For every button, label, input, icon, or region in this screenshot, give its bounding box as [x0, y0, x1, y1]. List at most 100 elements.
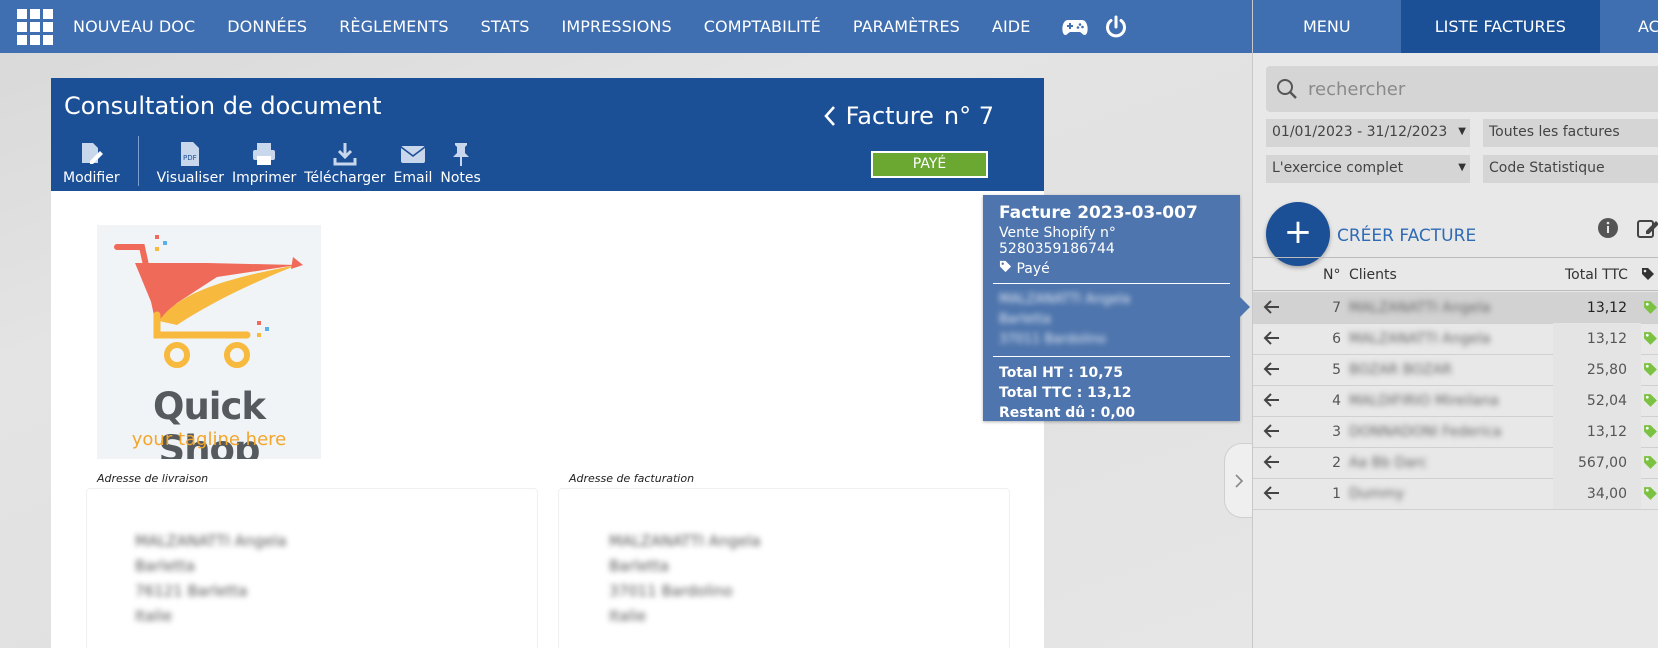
- download-icon: [333, 143, 357, 166]
- email-button[interactable]: Email: [393, 141, 433, 186]
- power-icon[interactable]: [1104, 15, 1128, 39]
- nav-nouveau-doc[interactable]: NOUVEAU DOC: [73, 17, 195, 36]
- invoice-type-select[interactable]: Toutes les factures: [1483, 119, 1658, 147]
- invoice-number: n° 7: [943, 102, 994, 130]
- paid-tag-icon: [1643, 300, 1658, 319]
- nav-stats[interactable]: STATS: [481, 17, 530, 36]
- billing-address-label: Adresse de facturation: [569, 472, 695, 485]
- arrow-left-icon[interactable]: [1263, 329, 1281, 351]
- tab-menu[interactable]: MENU: [1253, 0, 1401, 53]
- imprimer-button[interactable]: Imprimer: [232, 141, 296, 186]
- create-invoice-label[interactable]: CRÉER FACTURE: [1337, 226, 1476, 246]
- paid-tag-icon: [1643, 455, 1658, 474]
- logo-tagline: your tagline here: [131, 429, 287, 450]
- table-row[interactable]: 3 DONNADONI Federica 13,12: [1253, 416, 1658, 448]
- notes-label: Notes: [440, 170, 481, 186]
- email-label: Email: [393, 170, 433, 186]
- shipping-street: Barletta: [135, 557, 195, 575]
- nav-parametres[interactable]: PARAMÈTRES: [853, 17, 960, 36]
- tab-ac[interactable]: AC: [1600, 0, 1658, 53]
- top-navigation-bar: NOUVEAU DOC DONNÉES RÈGLEMENTS STATS IMP…: [0, 0, 1252, 53]
- chevron-left-icon[interactable]: [823, 105, 836, 127]
- search-input[interactable]: rechercher: [1266, 66, 1658, 112]
- billing-country: Italie: [609, 607, 647, 625]
- billing-address-box: MALZANATTI Angela Barletta 37011 Bardoli…: [558, 488, 1010, 648]
- billing-address-text: MALZANATTI Angela Barletta 37011 Bardoli…: [609, 529, 761, 629]
- edit-icon[interactable]: [1636, 217, 1658, 243]
- arrow-left-icon[interactable]: [1263, 391, 1281, 413]
- telecharger-button[interactable]: Télécharger: [304, 141, 386, 186]
- billing-name: MALZANATTI Angela: [609, 532, 761, 550]
- table-row[interactable]: 1 Dummy 34,00: [1253, 478, 1658, 510]
- edit-document-icon: [82, 143, 104, 164]
- row-total: 34,00: [1553, 478, 1641, 509]
- info-icon[interactable]: [1597, 217, 1619, 243]
- row-total: 13,12: [1553, 292, 1641, 323]
- document-card: Consultation de document Facture n° 7 Mo…: [51, 78, 1044, 648]
- invoice-table-header: N° Clients Total TTC: [1253, 257, 1658, 291]
- tooltip-total-ttc: Total TTC : 13,12: [999, 385, 1132, 401]
- visualiser-button[interactable]: PDF Visualiser: [157, 141, 224, 186]
- tooltip-address-city: 37011 Bardolino: [999, 332, 1107, 347]
- invoice-reference[interactable]: Facture n° 7: [823, 102, 994, 130]
- row-number: 5: [1332, 362, 1341, 378]
- nav-donnees[interactable]: DONNÉES: [227, 17, 307, 36]
- table-row[interactable]: 5 BOZAR BOZAR 25,80: [1253, 354, 1658, 386]
- row-client: Dummy: [1349, 486, 1405, 502]
- column-clients[interactable]: Clients: [1349, 267, 1397, 283]
- panel-tabs: MENU LISTE FACTURES AC: [1253, 0, 1658, 53]
- modifier-button[interactable]: Modifier: [63, 141, 120, 186]
- tooltip-address-street: Barletta: [999, 312, 1051, 327]
- table-row[interactable]: 2 Aa Bb Darc 567,00: [1253, 447, 1658, 479]
- tab-liste-factures[interactable]: LISTE FACTURES: [1400, 0, 1600, 53]
- row-client: MALZANATTI Angela: [1349, 331, 1491, 347]
- invoice-type-value: Toutes les factures: [1489, 124, 1620, 140]
- row-client: Aa Bb Darc: [1349, 455, 1428, 471]
- arrow-left-icon[interactable]: [1263, 360, 1281, 382]
- company-logo: Quick Shop your tagline here: [97, 225, 321, 459]
- notes-button[interactable]: Notes: [440, 141, 481, 186]
- row-client: MALDIFIRIO Mireilana: [1349, 393, 1499, 409]
- row-total: 52,04: [1553, 385, 1641, 416]
- nav-reglements[interactable]: RÈGLEMENTS: [339, 17, 448, 36]
- arrow-left-icon[interactable]: [1263, 484, 1281, 506]
- modifier-label: Modifier: [63, 170, 120, 186]
- shipping-address-text: MALZANATTI Angela Barletta 76121 Barlett…: [135, 529, 287, 629]
- stat-code-select[interactable]: Code Statistique: [1483, 155, 1658, 183]
- paid-tag-icon: [1643, 424, 1658, 443]
- shipping-city: 76121 Barletta: [135, 582, 248, 600]
- nav-comptabilite[interactable]: COMPTABILITÉ: [704, 17, 821, 36]
- arrow-left-icon[interactable]: [1263, 298, 1281, 320]
- caret-down-icon: ▼: [1458, 162, 1466, 173]
- nav-aide[interactable]: AIDE: [992, 17, 1031, 36]
- arrow-left-icon[interactable]: [1263, 422, 1281, 444]
- gamepad-icon[interactable]: [1062, 18, 1089, 36]
- row-number: 6: [1332, 331, 1341, 347]
- tooltip-arrow: [1240, 297, 1250, 317]
- tooltip-status-text: Payé: [1016, 261, 1050, 277]
- document-toolbar: Modifier PDF Visualiser Imprimer Télécha…: [63, 136, 489, 186]
- tag-icon: [1641, 267, 1655, 285]
- envelope-icon: [400, 146, 426, 163]
- column-total-ttc[interactable]: Total TTC: [1565, 267, 1628, 283]
- printer-icon: [253, 143, 276, 165]
- table-row[interactable]: 7 MALZANATTI Angela 13,12: [1253, 292, 1658, 324]
- row-total: 13,12: [1553, 416, 1641, 447]
- row-number: 4: [1332, 393, 1341, 409]
- row-number: 2: [1332, 455, 1341, 471]
- period-select[interactable]: 01/01/2023 - 31/12/2023 ▼: [1266, 119, 1470, 147]
- collapse-panel-handle[interactable]: [1224, 443, 1254, 518]
- exercise-select[interactable]: L'exercice complet ▼: [1266, 155, 1470, 183]
- invoice-tooltip: Facture 2023-03-007 Vente Shopify n° 528…: [983, 195, 1240, 421]
- arrow-left-icon[interactable]: [1263, 453, 1281, 475]
- nav-impressions[interactable]: IMPRESSIONS: [562, 17, 672, 36]
- table-row[interactable]: 6 MALZANATTI Angela 13,12: [1253, 323, 1658, 355]
- row-number: 3: [1332, 424, 1341, 440]
- apps-grid-icon[interactable]: [17, 8, 53, 45]
- paid-tag-icon: [1643, 331, 1658, 350]
- column-num[interactable]: N°: [1323, 267, 1340, 283]
- tooltip-address: MALZANATTI Angela Barletta 37011 Bardoli…: [999, 290, 1224, 350]
- table-row[interactable]: 4 MALDIFIRIO Mireilana 52,04: [1253, 385, 1658, 417]
- caret-down-icon: ▼: [1458, 126, 1466, 137]
- toolbar-separator: [137, 136, 139, 186]
